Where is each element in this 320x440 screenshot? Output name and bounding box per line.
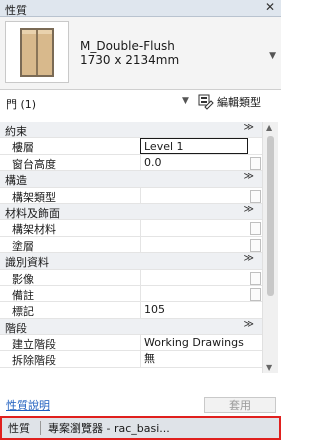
property-name: 構架材料 [12,223,56,237]
property-row[interactable]: 建立階段 Working Drawings [0,335,262,352]
collapse-icon[interactable]: ≫ [244,171,254,182]
tab-project-browser[interactable]: 專案瀏覽器 - rac_basi... [48,420,170,436]
group-label: 約束 [5,125,27,138]
property-value[interactable] [140,220,248,236]
property-name: 樓層 [12,141,34,155]
chevron-down-icon[interactable]: ▼ [182,96,189,106]
parameter-button[interactable] [250,156,261,170]
group-label: 階段 [5,321,27,335]
property-row[interactable]: 構架類型 [0,187,262,204]
family-name: M_Double-Flush [80,39,175,53]
property-row[interactable]: 樓層 Level 1 [0,138,262,155]
properties-grid: 約束 ≫ 樓層 Level 1 窗台高度 0.0 構造 ≫ 構架類型 材料及飾面… [0,122,262,373]
group-header-identity-data[interactable]: 識別資料 ≫ [0,253,262,270]
panel-title: 性質 [5,4,27,17]
property-name: 窗台高度 [12,157,56,171]
scroll-down-icon[interactable]: ▼ [266,363,272,372]
group-label: 識別資料 [5,256,49,270]
group-header-construction[interactable]: 構造 ≫ [0,171,262,188]
instance-filter-row: 門 (1) ▼ 編輯類型 [0,90,281,114]
scroll-up-icon[interactable]: ▲ [266,123,272,132]
tab-properties[interactable]: 性質 [8,420,30,436]
edit-type-label: 編輯類型 [217,96,261,109]
properties-titlebar: 性質 ✕ [0,0,281,17]
group-header-constraints[interactable]: 約束 ≫ [0,122,262,139]
collapse-icon[interactable]: ≫ [244,204,254,215]
collapse-icon[interactable]: ≫ [244,319,254,330]
property-value[interactable]: 無 [140,351,248,367]
property-value[interactable] [140,236,248,253]
property-row[interactable]: 備註 [0,285,262,303]
type-name: M_Double-Flush 1730 x 2134mm [80,39,179,67]
property-name: 塗層 [12,239,34,253]
type-size: 1730 x 2134mm [80,53,180,67]
vertical-scrollbar[interactable]: ▲ ▼ [262,122,278,373]
parameter-button[interactable] [250,238,261,252]
apply-button[interactable]: 套用 [204,397,276,413]
collapse-icon[interactable]: ≫ [244,122,254,133]
property-name: 備註 [12,288,34,302]
property-value[interactable]: 105 [140,302,248,318]
property-value[interactable] [140,285,248,302]
property-row[interactable]: 影像 [0,269,262,286]
property-row[interactable]: 標記 105 [0,302,262,319]
door-preview-icon [20,28,54,77]
properties-help-link[interactable]: 性質說明 [6,397,50,413]
property-value-input[interactable]: Level 1 [140,138,248,154]
close-icon[interactable]: ✕ [265,0,275,14]
group-label: 構造 [5,174,27,188]
property-value[interactable]: 0.0 [140,154,248,171]
property-name: 建立階段 [12,338,56,352]
property-name: 拆除階段 [12,354,56,368]
edit-type-icon [198,94,214,110]
property-row[interactable]: 構架材料 [0,220,262,237]
parameter-button[interactable] [250,271,261,285]
property-name: 標記 [12,305,34,319]
property-row[interactable]: 窗台高度 0.0 [0,154,262,172]
tab-divider [40,421,41,435]
parameter-button[interactable] [250,222,261,236]
chevron-down-icon[interactable]: ▼ [269,51,276,61]
scroll-thumb[interactable] [267,136,274,296]
properties-footer: 性質說明 套用 [0,373,281,415]
door-thumbnail [5,21,69,83]
edit-type-button[interactable]: 編輯類型 [198,93,261,111]
group-header-materials[interactable]: 材料及飾面 ≫ [0,203,262,221]
group-header-phasing[interactable]: 階段 ≫ [0,318,262,336]
property-value[interactable] [140,269,248,285]
property-value[interactable]: Working Drawings [140,335,248,351]
category-filter[interactable]: 門 (1) [6,96,36,112]
panel-tabs: 性質 專案瀏覽器 - rac_basi... [0,416,281,440]
parameter-button[interactable] [250,287,261,301]
property-row[interactable]: 塗層 [0,236,262,254]
property-row[interactable]: 拆除階段 無 [0,351,262,368]
parameter-button[interactable] [250,189,261,203]
collapse-icon[interactable]: ≫ [244,253,254,264]
group-label: 材料及飾面 [5,206,60,220]
property-value[interactable] [140,187,248,203]
property-name: 構架類型 [12,190,56,204]
property-name: 影像 [12,272,34,286]
type-selector[interactable]: M_Double-Flush 1730 x 2134mm ▼ [0,17,281,90]
